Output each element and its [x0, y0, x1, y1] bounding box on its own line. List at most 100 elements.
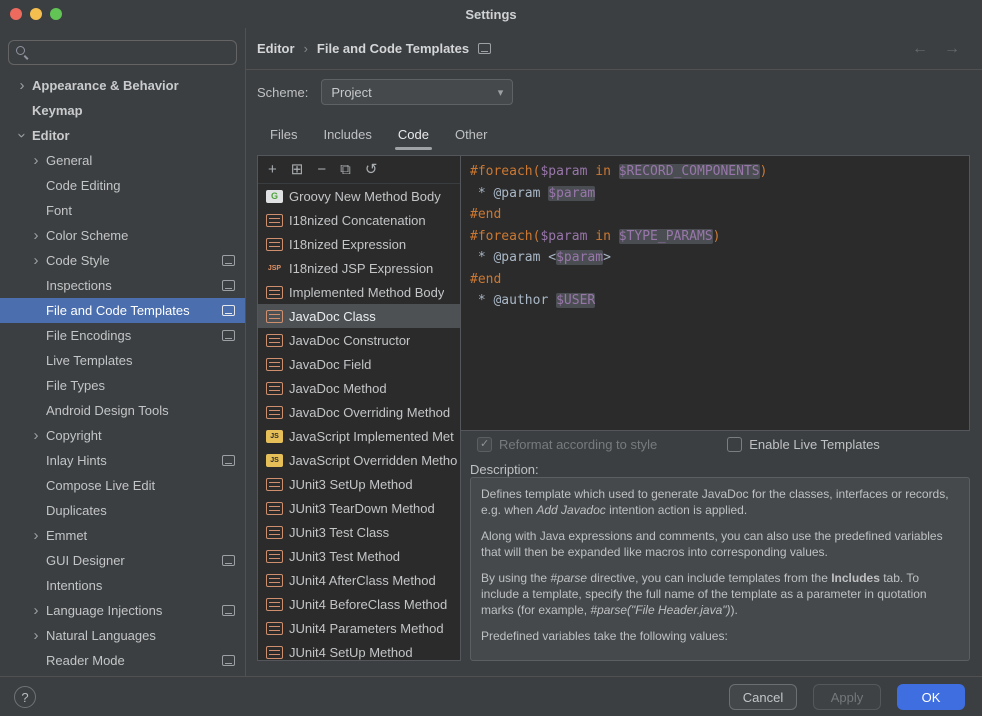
minimize-window-button[interactable] [30, 8, 42, 20]
breadcrumb-section[interactable]: Editor [257, 41, 295, 56]
template-name: JUnit4 SetUp Method [289, 645, 413, 660]
sidebar-item-intentions[interactable]: Intentions [0, 573, 245, 598]
sidebar-item-gui-designer[interactable]: GUI Designer [0, 548, 245, 573]
sidebar-item-label: Android Design Tools [46, 403, 169, 418]
close-window-button[interactable] [10, 8, 22, 20]
template-detail-column: #foreach($param in $RECORD_COMPONENTS) *… [461, 155, 970, 661]
screen-icon [222, 280, 235, 291]
cancel-button[interactable]: Cancel [729, 684, 797, 710]
chevron-down-icon[interactable]: › [15, 128, 30, 144]
screen-icon [222, 555, 235, 566]
template-list-item[interactable]: GGroovy New Method Body [258, 184, 460, 208]
settings-search-input[interactable] [35, 45, 229, 60]
sidebar-item-file-types[interactable]: File Types [0, 373, 245, 398]
sidebar-item-font[interactable]: Font [0, 198, 245, 223]
chevron-right-icon[interactable]: › [28, 228, 44, 243]
template-name: JUnit4 AfterClass Method [289, 573, 436, 588]
template-editor[interactable]: #foreach($param in $RECORD_COMPONENTS) *… [461, 155, 970, 431]
template-list-item[interactable]: JSPI18nized JSP Expression [258, 256, 460, 280]
sidebar-item-live-templates[interactable]: Live Templates [0, 348, 245, 373]
sidebar-item-label: File Types [46, 378, 105, 393]
template-list-item[interactable]: JUnit4 AfterClass Method [258, 568, 460, 592]
template-list-item[interactable]: JSJavaScript Overridden Metho [258, 448, 460, 472]
sidebar-item-inspections[interactable]: Inspections [0, 273, 245, 298]
tab-files[interactable]: Files [257, 118, 310, 150]
template-list-item[interactable]: JavaDoc Class [258, 304, 460, 328]
template-list-item[interactable]: I18nized Expression [258, 232, 460, 256]
chevron-right-icon[interactable]: › [28, 253, 44, 268]
sidebar-item-general[interactable]: ›General [0, 148, 245, 173]
template-icon [266, 382, 283, 395]
live-templates-checkbox[interactable] [727, 437, 742, 452]
sidebar-item-compose-live-edit[interactable]: Compose Live Edit [0, 473, 245, 498]
code-line: * @author $USER [470, 290, 969, 312]
scheme-select[interactable]: Project ▾ [321, 79, 513, 105]
sidebar-item-reader-mode[interactable]: Reader Mode [0, 648, 245, 673]
template-icon [266, 310, 283, 323]
sidebar-item-duplicates[interactable]: Duplicates [0, 498, 245, 523]
reset-template-button[interactable]: ↺ [365, 162, 378, 177]
sidebar-item-copyright[interactable]: ›Copyright [0, 423, 245, 448]
description-panel: Defines template which used to generate … [470, 477, 970, 661]
template-list-item[interactable]: JavaDoc Method [258, 376, 460, 400]
remove-template-button[interactable]: − [317, 162, 326, 177]
create-from-template-button[interactable]: ⊞ [291, 162, 304, 177]
chevron-right-icon[interactable]: › [28, 528, 44, 543]
code-line: * @param <$param> [470, 247, 969, 269]
ok-button[interactable]: OK [897, 684, 965, 710]
history-nav: ← → [912, 28, 960, 70]
template-list-item[interactable]: JUnit3 Test Method [258, 544, 460, 568]
template-list-item[interactable]: JUnit3 SetUp Method [258, 472, 460, 496]
back-button[interactable]: ← [912, 40, 928, 58]
template-list-item[interactable]: JavaDoc Overriding Method [258, 400, 460, 424]
template-name: JavaDoc Overriding Method [289, 405, 450, 420]
sidebar-item-emmet[interactable]: ›Emmet [0, 523, 245, 548]
template-list-item[interactable]: JUnit4 Parameters Method [258, 616, 460, 640]
tab-includes[interactable]: Includes [310, 118, 384, 150]
description-paragraph: Defines template which used to generate … [481, 486, 959, 518]
settings-search[interactable] [8, 40, 237, 65]
chevron-right-icon[interactable]: › [28, 428, 44, 443]
forward-button[interactable]: → [944, 40, 960, 58]
template-list-item[interactable]: Implemented Method Body [258, 280, 460, 304]
sidebar-item-appearance-behavior[interactable]: ›Appearance & Behavior [0, 73, 245, 98]
sidebar-item-file-encodings[interactable]: File Encodings [0, 323, 245, 348]
template-name: JUnit3 Test Class [289, 525, 389, 540]
chevron-right-icon[interactable]: › [28, 628, 44, 643]
template-list-toolbar: + ⊞−⧉ ↺ [258, 156, 460, 184]
sidebar-item-file-and-code-templates[interactable]: File and Code Templates [0, 298, 245, 323]
tab-code[interactable]: Code [385, 118, 442, 150]
sidebar-item-android-design-tools[interactable]: Android Design Tools [0, 398, 245, 423]
reformat-checkbox[interactable] [477, 437, 492, 452]
add-template-button[interactable]: + [268, 162, 277, 177]
traffic-lights [10, 8, 62, 20]
zoom-window-button[interactable] [50, 8, 62, 20]
sidebar-item-inlay-hints[interactable]: Inlay Hints [0, 448, 245, 473]
template-name: JavaDoc Class [289, 309, 376, 324]
template-list-item[interactable]: JavaDoc Constructor [258, 328, 460, 352]
copy-template-button[interactable]: ⧉ [340, 162, 351, 177]
sidebar-item-code-editing[interactable]: Code Editing [0, 173, 245, 198]
tab-other[interactable]: Other [442, 118, 501, 150]
sidebar-item-language-injections[interactable]: ›Language Injections [0, 598, 245, 623]
template-list-item[interactable]: JavaDoc Field [258, 352, 460, 376]
sidebar-item-code-style[interactable]: ›Code Style [0, 248, 245, 273]
chevron-right-icon[interactable]: › [28, 153, 44, 168]
template-list-item[interactable]: I18nized Concatenation [258, 208, 460, 232]
apply-button[interactable]: Apply [813, 684, 881, 710]
reformat-label: Reformat according to style [499, 437, 657, 452]
sidebar-item-natural-languages[interactable]: ›Natural Languages [0, 623, 245, 648]
template-list-item[interactable]: JUnit3 Test Class [258, 520, 460, 544]
sidebar-item-editor[interactable]: ›Editor [0, 123, 245, 148]
sidebar-item-color-scheme[interactable]: ›Color Scheme [0, 223, 245, 248]
chevron-right-icon[interactable]: › [28, 603, 44, 618]
sidebar-item-keymap[interactable]: Keymap [0, 98, 245, 123]
template-list-item[interactable]: JUnit3 TearDown Method [258, 496, 460, 520]
template-list-item[interactable]: JSJavaScript Implemented Met [258, 424, 460, 448]
description-label: Description: [461, 457, 970, 477]
chevron-right-icon[interactable]: › [14, 78, 30, 93]
template-icon [266, 598, 283, 611]
template-list-item[interactable]: JUnit4 SetUp Method [258, 640, 460, 660]
template-list-item[interactable]: JUnit4 BeforeClass Method [258, 592, 460, 616]
help-button[interactable]: ? [14, 686, 36, 708]
